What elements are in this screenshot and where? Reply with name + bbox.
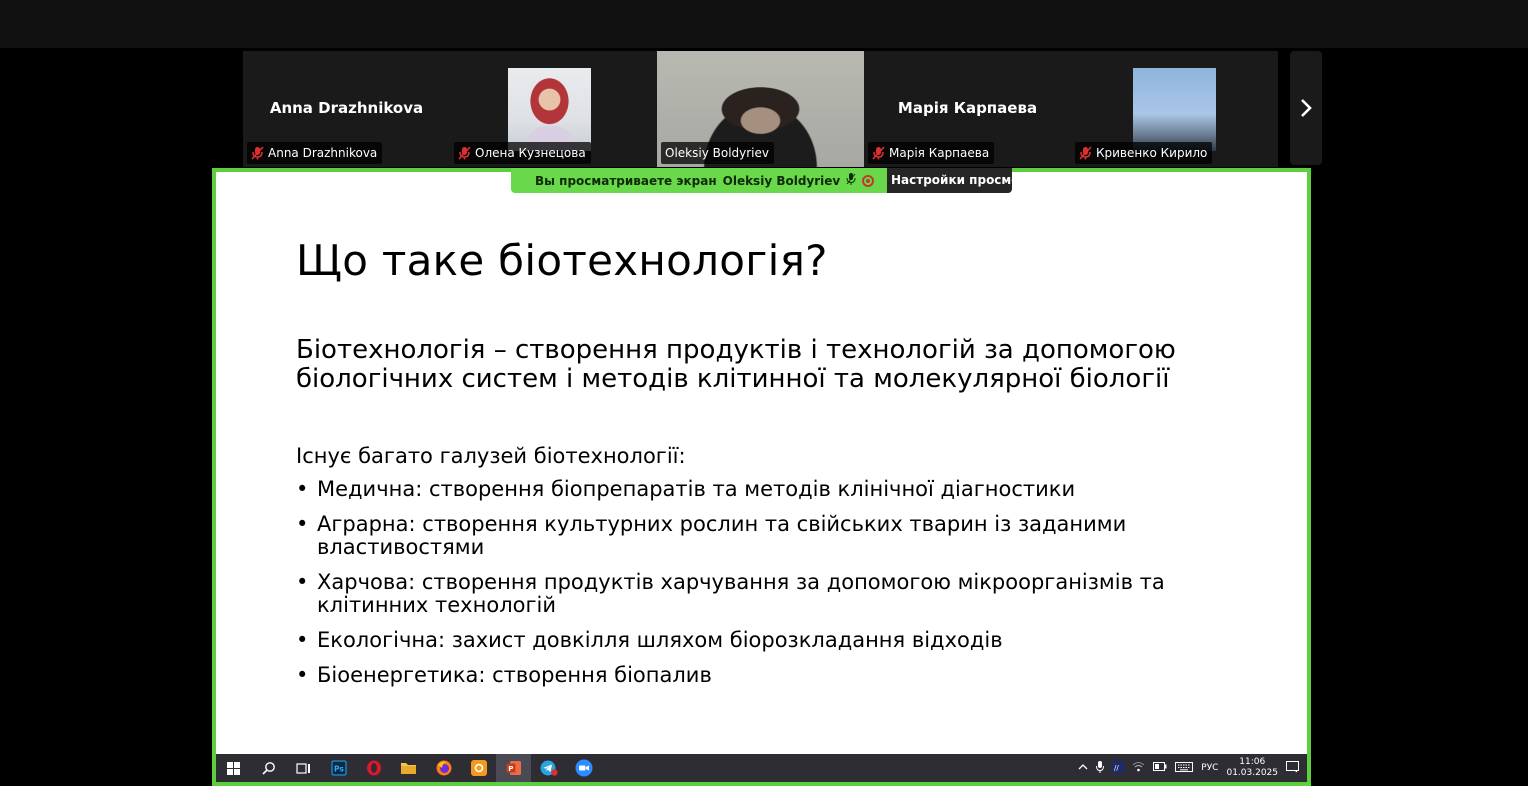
- viewing-screen-text: Вы просматриваете экран: [535, 173, 717, 188]
- microphone-icon[interactable]: [1096, 760, 1105, 776]
- slide-title: Що таке біотехнологія?: [296, 236, 828, 285]
- language-indicator[interactable]: РУС: [1201, 763, 1218, 773]
- keyboard-icon[interactable]: [1175, 761, 1194, 775]
- viewing-screen-pill[interactable]: Вы просматриваете экран Oleksiy Boldyrie…: [511, 168, 887, 193]
- participant-label-text: Олена Кузнецова: [475, 146, 586, 160]
- file-explorer-icon[interactable]: [391, 754, 426, 782]
- participant-label-text: Кривенко Кирило: [1096, 146, 1208, 160]
- svg-text:P: P: [508, 765, 513, 773]
- chevron-right-icon: [1301, 99, 1312, 117]
- participant-tile-oleksiy[interactable]: Oleksiy Boldyriev: [657, 51, 864, 167]
- slide-bullet: Біоенергетика: створення біопалив: [296, 664, 1236, 688]
- participant-label-text: Oleksiy Boldyriev: [665, 146, 769, 160]
- photoshop-icon[interactable]: Ps: [321, 754, 356, 782]
- mic-muted-icon: [1079, 146, 1092, 160]
- taskbar-clock[interactable]: 11:06 01.03.2025: [1226, 757, 1278, 779]
- tray-app-icon[interactable]: //: [1112, 760, 1125, 776]
- slide-definition: Біотехнологія – створення продуктів і те…: [296, 335, 1176, 394]
- presentation-slide: Що таке біотехнологія? Біотехнологія – с…: [216, 172, 1307, 758]
- participant-label: Марія Карпаева: [868, 142, 995, 164]
- participant-tile-kyrylo[interactable]: Кривенко Кирило: [1071, 51, 1278, 167]
- windows-start-icon[interactable]: [216, 754, 251, 782]
- slide-subtitle: Існує багато галузей біотехнології:: [296, 444, 686, 468]
- slide-bullet-list: Медична: створення біопрепаратів та мето…: [296, 478, 1236, 699]
- participant-label: Oleksiy Boldyriev: [661, 142, 774, 164]
- mic-muted-icon: [251, 146, 264, 160]
- clock-date: 01.03.2025: [1226, 768, 1278, 778]
- participant-strip: Anna Drazhnikova Anna Drazhnikova Олена …: [243, 51, 1279, 167]
- telegram-icon[interactable]: [531, 754, 566, 782]
- zoom-icon[interactable]: [566, 754, 601, 782]
- view-settings-button[interactable]: Настройки просмотра: [887, 168, 1012, 193]
- task-view-icon[interactable]: [286, 754, 321, 782]
- participant-label: Олена Кузнецова: [454, 142, 591, 164]
- shared-screen-frame: Що таке біотехнологія? Біотехнологія – с…: [212, 168, 1311, 786]
- participant-tile-olena[interactable]: Олена Кузнецова: [450, 51, 657, 167]
- svg-text://: //: [1114, 764, 1119, 772]
- windows-taskbar: Ps P // РУС 11:06 01.03.2025: [216, 754, 1307, 782]
- screen-share-banner: Вы просматриваете экран Oleksiy Boldyrie…: [511, 168, 1012, 193]
- participant-label-text: Марія Карпаева: [889, 146, 990, 160]
- firefox-icon[interactable]: [426, 754, 461, 782]
- mic-muted-icon: [458, 146, 471, 160]
- slide-bullet: Екологічна: захист довкілля шляхом біоро…: [296, 629, 1236, 653]
- mic-muted-icon: [872, 146, 885, 160]
- clock-time: 11:06: [1239, 757, 1266, 767]
- powerpoint-icon[interactable]: P: [496, 754, 531, 782]
- opera-icon[interactable]: [356, 754, 391, 782]
- slide-bullet: Харчова: створення продуктів харчування …: [296, 571, 1236, 617]
- participant-label-text: Anna Drazhnikova: [268, 146, 378, 160]
- network-icon[interactable]: [1132, 761, 1145, 775]
- presenter-name: Oleksiy Boldyriev: [722, 173, 841, 188]
- app-orange-icon[interactable]: [461, 754, 496, 782]
- participant-label: Anna Drazhnikova: [247, 142, 383, 164]
- participant-avatar-photo: [508, 68, 591, 151]
- recording-indicator-icon: [862, 174, 875, 187]
- participant-tile-maria[interactable]: Марія Карпаева Марія Карпаева: [864, 51, 1071, 167]
- participant-center-name: Марія Карпаева: [897, 99, 1038, 117]
- notification-center-icon[interactable]: [1286, 760, 1299, 776]
- zoom-top-bar: [0, 0, 1528, 48]
- participant-center-name: Anna Drazhnikova: [269, 99, 424, 117]
- participant-label: Кривенко Кирило: [1075, 142, 1213, 164]
- slide-bullet: Аграрна: створення культурних рослин та …: [296, 513, 1236, 559]
- system-tray: // РУС 11:06 01.03.2025: [1078, 757, 1307, 779]
- chevron-up-icon[interactable]: [1078, 763, 1088, 774]
- mic-icon: [846, 173, 856, 188]
- next-participants-button[interactable]: [1290, 51, 1322, 165]
- participant-tile-anna[interactable]: Anna Drazhnikova Anna Drazhnikova: [243, 51, 450, 167]
- slide-bullet: Медична: створення біопрепаратів та мето…: [296, 478, 1236, 502]
- search-icon[interactable]: [251, 754, 286, 782]
- battery-icon[interactable]: [1153, 762, 1167, 774]
- participant-avatar-photo: [1133, 68, 1216, 151]
- svg-text:Ps: Ps: [334, 765, 344, 774]
